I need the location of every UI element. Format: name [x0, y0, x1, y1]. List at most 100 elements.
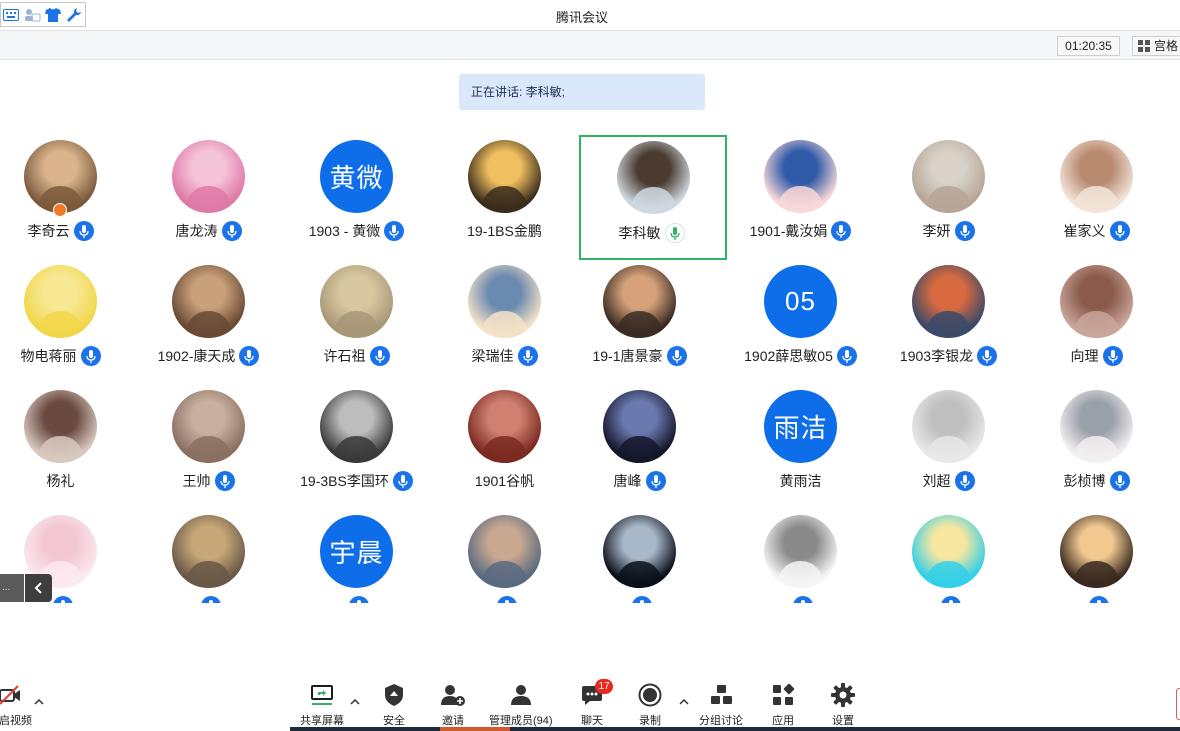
avatar-photo [1074, 186, 1119, 213]
record-button[interactable]: 录制 [637, 682, 663, 728]
security-label: 安全 [383, 715, 405, 727]
participant-name-row: 1902-康天成 [148, 345, 269, 367]
avatar [172, 390, 245, 463]
camera-off-icon [0, 682, 23, 708]
share-screen-button[interactable]: 共享屏幕 [300, 682, 344, 728]
participant-tile[interactable]: 许石祖 [296, 260, 444, 385]
taskbar-accent [440, 727, 510, 731]
participant-tile[interactable]: 19-1唐景豪 [579, 260, 727, 385]
microphone-icon [631, 596, 652, 603]
avatar [172, 265, 245, 338]
participant-name-row: 梁瑞佳 [444, 345, 565, 367]
participant-tile[interactable]: 梁瑞佳 [444, 260, 592, 385]
avatar [764, 140, 837, 213]
microphone-icon [80, 346, 101, 366]
participant-tile[interactable]: 王帅 [148, 385, 296, 510]
avatar-photo [926, 436, 971, 463]
avatar [320, 390, 393, 463]
participant-tile[interactable]: 05 1902薛思敏05 [740, 260, 888, 385]
participant-name-row: 唐峰 [579, 470, 700, 492]
participant-tile[interactable]: 唐峰 [579, 385, 727, 510]
participant-tile[interactable]: 物电蒋丽 [0, 260, 148, 385]
avatar [1060, 140, 1133, 213]
collapse-label: ... [0, 574, 24, 602]
participant-tile[interactable]: 李科敏 [579, 135, 727, 260]
chevron-up-icon[interactable] [678, 696, 690, 708]
participant-tile[interactable]: 宇晨 [296, 510, 444, 603]
participant-name: 杨礼 [46, 473, 75, 489]
chat-label: 聊天 [581, 715, 603, 727]
microphone-icon [836, 346, 857, 366]
participant-tile[interactable]: 向理 [1036, 260, 1180, 385]
avatar-photo [617, 311, 662, 338]
participant-tile[interactable] [888, 510, 1036, 603]
participant-tile[interactable] [148, 510, 296, 603]
chevron-up-icon[interactable] [33, 696, 45, 708]
participant-name: 19-1唐景豪 [592, 348, 663, 364]
avatar: 05 [764, 265, 837, 338]
participant-tile[interactable]: 李奇云 [0, 135, 148, 260]
participant-name: 李奇云 [27, 223, 70, 239]
invite-button[interactable]: 邀请 [440, 682, 466, 728]
participant-name: 1902薛思敏05 [744, 348, 833, 364]
participant-tile[interactable]: 黄微 1903 - 黄微 [296, 135, 444, 260]
avatar-photo [482, 436, 527, 463]
participant-tile[interactable] [740, 510, 888, 603]
avatar [172, 140, 245, 213]
manage-members-button[interactable]: 管理成员(94) [489, 682, 553, 728]
video-button[interactable]: 开启视频 [0, 682, 32, 728]
participant-tile[interactable]: 19-3BS李国环 [296, 385, 444, 510]
window-title: 腾讯会议 [555, 10, 608, 25]
participant-grid: 李奇云 唐龙涛 黄微 1903 - 黄微 19-1BS金鹏 李科敏 1901-戴汝娟 李妍 崔家… [0, 135, 1180, 603]
chevron-up-icon[interactable] [349, 696, 361, 708]
participant-tile[interactable]: 1902-康天成 [148, 260, 296, 385]
taskbar-strip [290, 727, 1180, 731]
participant-name: 1903 - 黄微 [308, 223, 381, 239]
microphone-icon [52, 596, 73, 603]
avatar [764, 515, 837, 588]
participant-name: 1903李银龙 [899, 348, 974, 364]
chat-button[interactable]: 17 聊天 [579, 679, 613, 728]
microphone-icon [200, 596, 221, 603]
apps-label: 应用 [772, 715, 794, 727]
breakout-rooms-button[interactable]: 分组讨论 [699, 682, 743, 728]
avatar-initials: 宇晨 [329, 538, 384, 568]
avatar-photo [778, 186, 823, 213]
settings-button[interactable]: 设置 [830, 682, 856, 728]
participant-name-row [579, 595, 700, 603]
participant-name-row: 李妍 [888, 220, 1009, 242]
participant-tile[interactable]: 1903李银龙 [888, 260, 1036, 385]
avatar-photo [1074, 311, 1119, 338]
avatar [1060, 265, 1133, 338]
security-button[interactable]: 安全 [381, 682, 407, 728]
apps-button[interactable]: 应用 [770, 682, 796, 728]
avatar: 黄微 [320, 140, 393, 213]
participant-tile[interactable]: 唐龙涛 [148, 135, 296, 260]
participant-name-row: 王帅 [148, 470, 269, 492]
participant-tile[interactable]: 李妍 [888, 135, 1036, 260]
participant-name-row: 向理 [1036, 345, 1157, 367]
view-toggle-button[interactable]: 宫格 [1132, 36, 1180, 56]
participant-tile[interactable] [579, 510, 727, 603]
participant-name-row: 崔家义 [1036, 220, 1157, 242]
participant-tile[interactable]: 杨礼 [0, 385, 148, 510]
avatar-initials: 05 [785, 286, 816, 316]
microphone-icon [954, 221, 975, 241]
avatar-photo [186, 436, 231, 463]
microphone-icon [954, 471, 975, 491]
avatar-photo [334, 436, 379, 463]
participant-tile[interactable]: 崔家义 [1036, 135, 1180, 260]
participant-tile[interactable]: 19-1BS金鹏 [444, 135, 592, 260]
avatar-photo [482, 186, 527, 213]
participant-tile[interactable]: 1901谷帆 [444, 385, 592, 510]
participant-tile[interactable]: 雨洁 黄雨洁 [740, 385, 888, 510]
participant-tile[interactable] [444, 510, 592, 603]
participant-name-row [444, 595, 565, 603]
participant-name-row: 李科敏 [591, 222, 712, 244]
participant-tile[interactable]: 刘超 [888, 385, 1036, 510]
participant-tile[interactable]: 彭桢博 [1036, 385, 1180, 510]
participant-name-row: 19-3BS李国环 [296, 470, 417, 492]
participant-tile[interactable] [1036, 510, 1180, 603]
collapse-panel-handle[interactable]: ... [0, 574, 52, 602]
participant-tile[interactable]: 1901-戴汝娟 [740, 135, 888, 260]
